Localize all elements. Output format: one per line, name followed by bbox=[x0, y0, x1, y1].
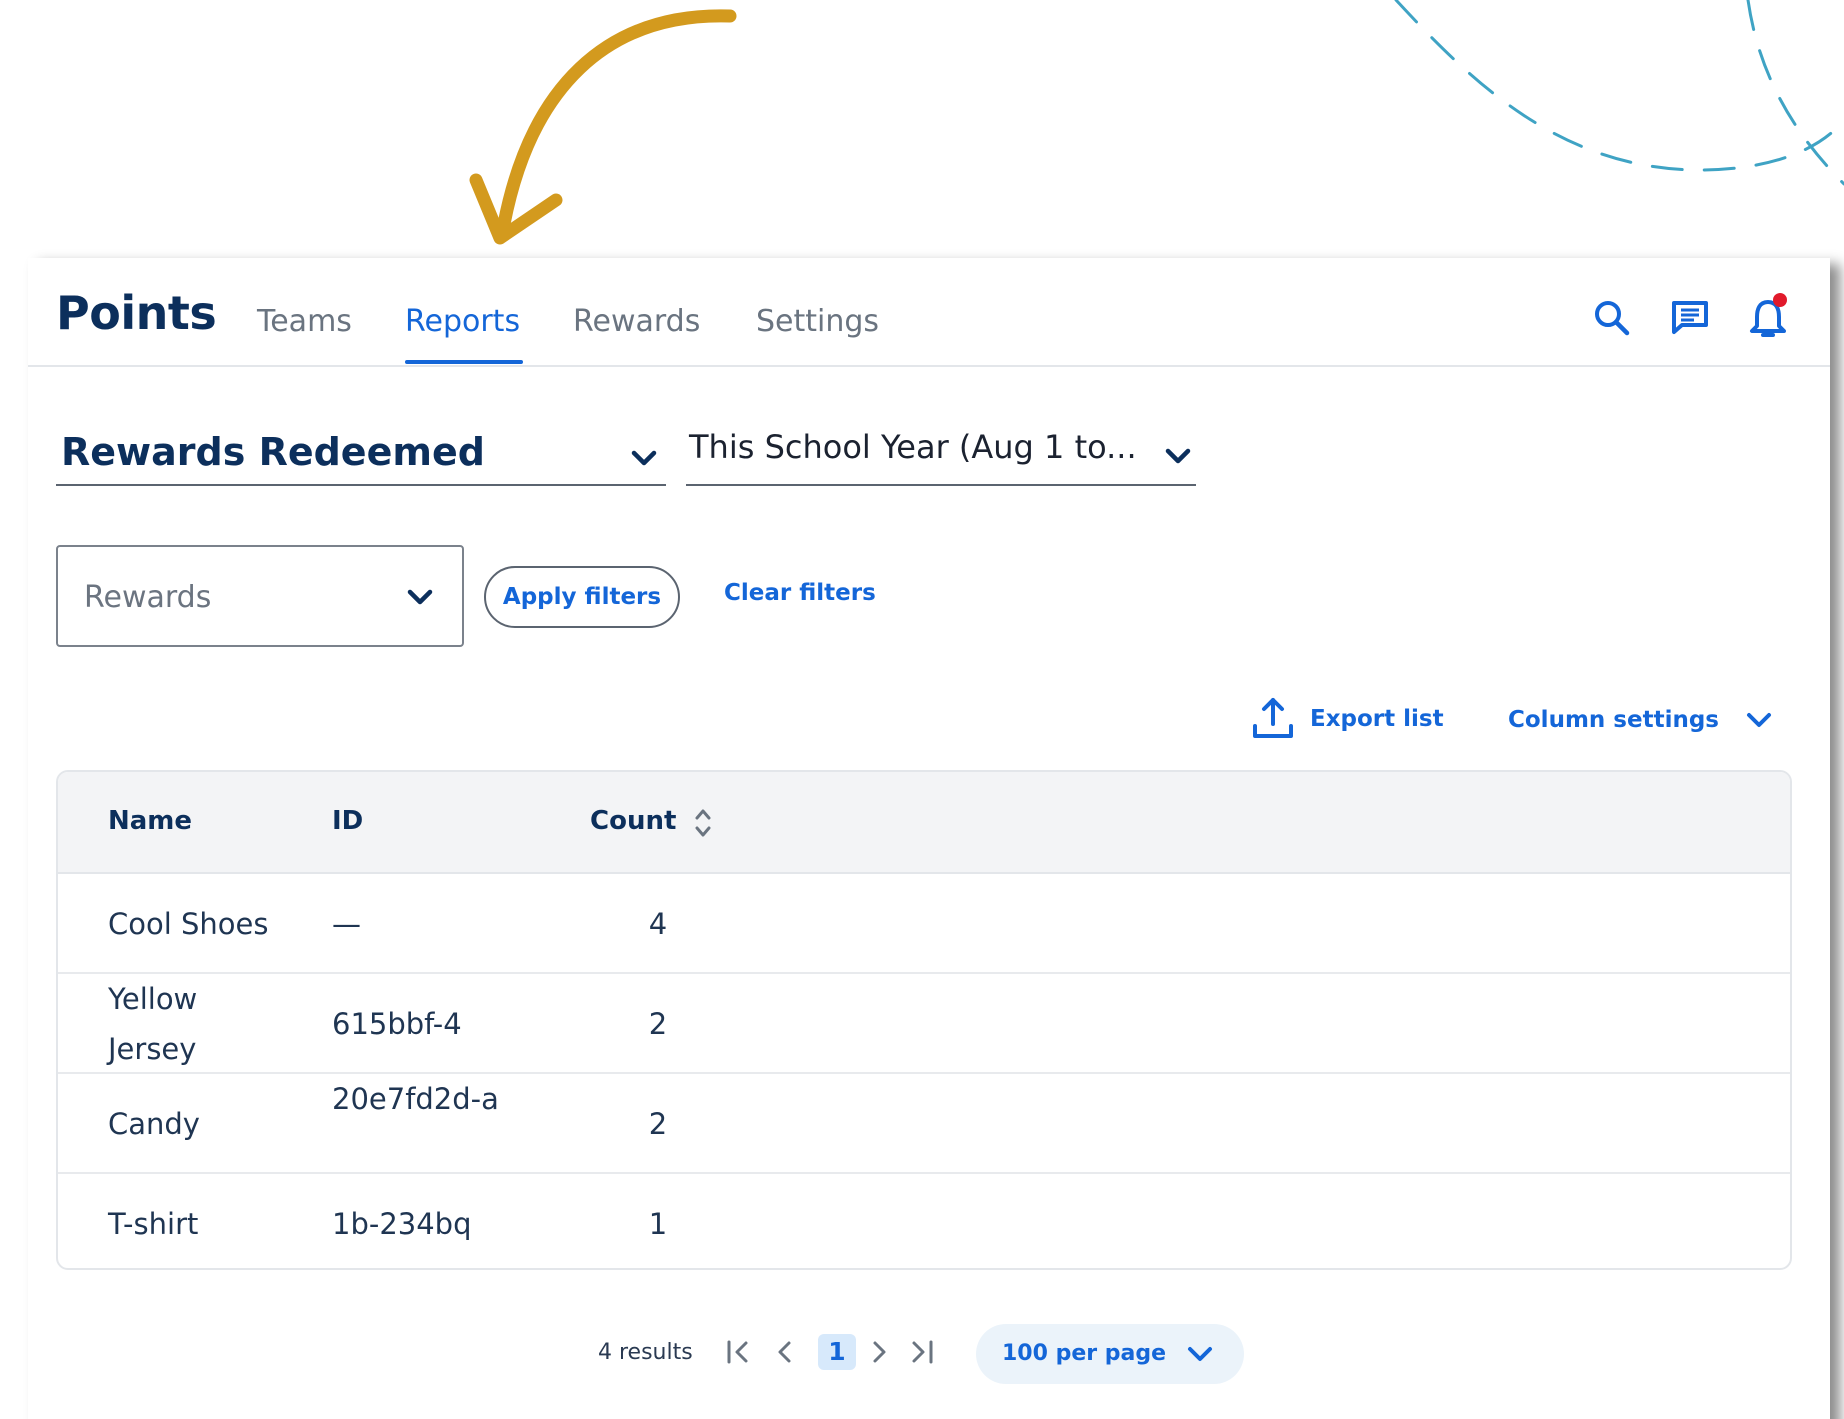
column-header-name[interactable]: Name bbox=[108, 806, 192, 836]
cell-name: Cool Shoes bbox=[108, 907, 269, 941]
cell-count: 2 bbox=[648, 1107, 668, 1141]
bell-icon[interactable] bbox=[1746, 293, 1790, 340]
app-window: Points Teams Reports Rewards Settings Re… bbox=[28, 258, 1830, 1419]
decorative-dashed-curves bbox=[1394, 0, 1844, 186]
cell-id: 615bbf-4 bbox=[332, 1007, 462, 1041]
first-page-icon[interactable] bbox=[722, 1334, 756, 1370]
per-page-value: 100 per page bbox=[1002, 1341, 1167, 1366]
last-page-icon[interactable] bbox=[904, 1334, 938, 1370]
cell-name: T-shirt bbox=[108, 1207, 199, 1241]
search-icon[interactable] bbox=[1590, 296, 1634, 340]
chevron-down-icon bbox=[1188, 1347, 1212, 1361]
app-logo: Points bbox=[56, 286, 217, 340]
chevron-down-icon bbox=[1165, 448, 1191, 464]
upload-icon bbox=[1253, 698, 1293, 738]
cell-count: 4 bbox=[648, 907, 668, 941]
chat-icon[interactable] bbox=[1668, 296, 1712, 340]
chevron-down-icon bbox=[407, 589, 433, 605]
notification-dot bbox=[1773, 293, 1787, 307]
column-settings-label: Column settings bbox=[1508, 707, 1719, 733]
per-page-dropdown[interactable]: 100 per page bbox=[976, 1324, 1244, 1384]
cell-name: Candy bbox=[108, 1107, 200, 1141]
column-header-id[interactable]: ID bbox=[332, 806, 363, 836]
tab-teams[interactable]: Teams bbox=[257, 304, 352, 339]
date-range-select[interactable]: This School Year (Aug 1 to... bbox=[686, 416, 1196, 486]
rewards-filter-dropdown[interactable]: Rewards bbox=[56, 545, 464, 647]
cell-id: — bbox=[332, 907, 361, 941]
tab-settings[interactable]: Settings bbox=[756, 304, 879, 339]
active-tab-indicator bbox=[405, 360, 523, 364]
table-header: Name ID Count bbox=[58, 772, 1790, 874]
results-count: 4 results bbox=[598, 1340, 693, 1365]
rewards-table: Name ID Count Cool Shoes — 4 Yellow Jers… bbox=[56, 770, 1792, 1270]
cell-count: 2 bbox=[648, 1007, 668, 1041]
cell-count: 1 bbox=[648, 1207, 668, 1241]
decorative-arrow bbox=[469, 9, 737, 245]
table-row: T-shirt 1b-234bq 1 bbox=[58, 1174, 1790, 1268]
column-header-count[interactable]: Count bbox=[590, 806, 676, 836]
current-page-button[interactable]: 1 bbox=[818, 1334, 856, 1370]
tab-rewards[interactable]: Rewards bbox=[573, 304, 700, 339]
apply-filters-button[interactable]: Apply filters bbox=[484, 566, 680, 628]
chevron-down-icon bbox=[1746, 713, 1771, 727]
date-range-value: This School Year (Aug 1 to... bbox=[689, 428, 1137, 466]
cell-id: 1b-234bq bbox=[332, 1207, 472, 1241]
table-row: Yellow Jersey 615bbf-4 2 bbox=[58, 974, 1790, 1074]
chevron-down-icon bbox=[631, 450, 657, 466]
cell-id: 20e7fd2d-a bbox=[332, 1082, 499, 1116]
previous-page-icon[interactable] bbox=[768, 1334, 802, 1370]
clear-filters-link[interactable]: Clear filters bbox=[724, 580, 876, 606]
export-list-button[interactable]: Export list bbox=[1250, 696, 1444, 742]
table-row: Candy 20e7fd2d-a 2 bbox=[58, 1074, 1790, 1174]
app-header: Points Teams Reports Rewards Settings bbox=[28, 258, 1830, 367]
report-type-value: Rewards Redeemed bbox=[61, 430, 485, 474]
export-list-label: Export list bbox=[1310, 706, 1444, 732]
rewards-filter-placeholder: Rewards bbox=[84, 580, 212, 615]
tab-reports[interactable]: Reports bbox=[405, 304, 520, 339]
next-page-icon[interactable] bbox=[862, 1334, 896, 1370]
table-row: Cool Shoes — 4 bbox=[58, 874, 1790, 974]
cell-name: Yellow Jersey bbox=[108, 982, 198, 1066]
column-settings-dropdown[interactable]: Column settings bbox=[1508, 698, 1773, 742]
report-type-select[interactable]: Rewards Redeemed bbox=[56, 416, 666, 486]
sort-icon[interactable] bbox=[692, 806, 714, 840]
